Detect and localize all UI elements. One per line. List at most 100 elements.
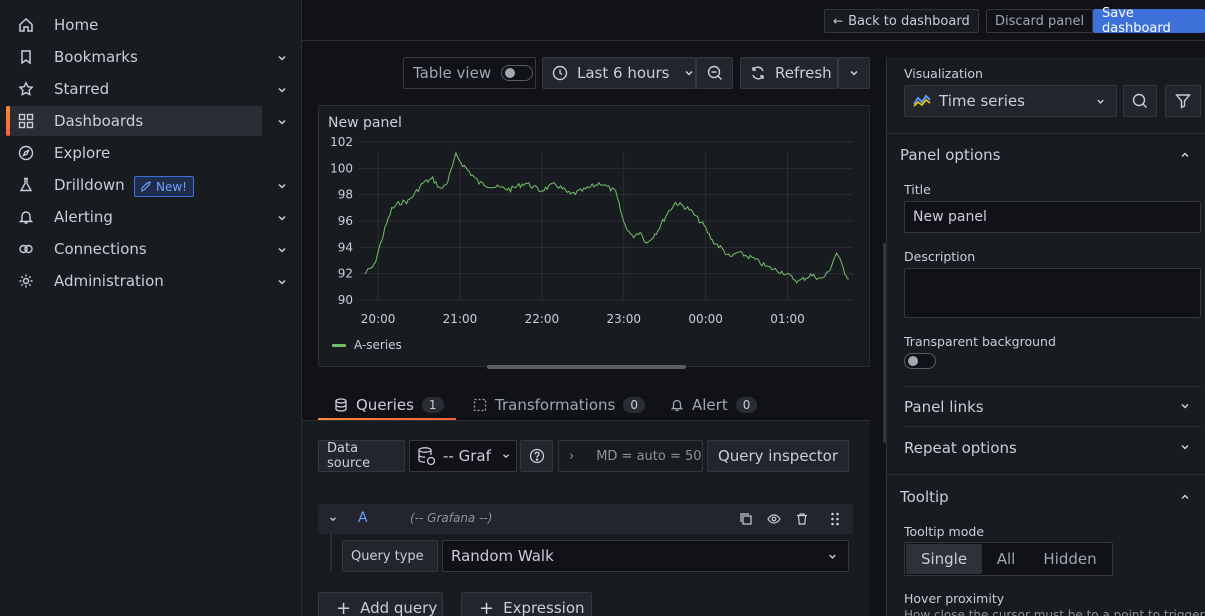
y-tick-label: 90: [338, 293, 353, 307]
compass-icon: [18, 145, 34, 161]
panel-options-header[interactable]: Panel options: [900, 146, 1000, 164]
nav-explore[interactable]: Explore: [8, 138, 262, 168]
options-pane: Visualization Time series Panel options …: [886, 57, 1205, 616]
data-source-help-button[interactable]: [520, 440, 553, 472]
add-expression-button[interactable]: + Expression: [461, 592, 592, 616]
dashboards-grid-icon: [18, 113, 34, 129]
time-series-chart[interactable]: 102 100 98 96 94 92 90 20:00 21:00 22:00 23:00 00:0…: [319, 106, 869, 366]
query-source-name: (-- Grafana --): [410, 511, 493, 525]
zoom-out-button[interactable]: [696, 57, 733, 89]
query-type-label-box: Query type: [342, 540, 438, 572]
database-icon: [335, 398, 347, 412]
nav-drilldown-label: Drilldown: [54, 176, 125, 194]
chevron-up-icon[interactable]: [1179, 149, 1191, 161]
chevron-down-icon[interactable]: [276, 52, 288, 64]
divider: [904, 386, 1201, 387]
sidebar: Home Bookmarks Starred Dashboards Explor…: [0, 0, 302, 616]
drag-handle-icon[interactable]: [830, 512, 840, 526]
tooltip-mode-hidden[interactable]: Hidden: [1030, 544, 1110, 574]
chevron-down-icon: [829, 554, 836, 559]
transparent-background-switch[interactable]: [904, 353, 936, 369]
data-source-label: Data source: [327, 441, 371, 471]
query-type-select[interactable]: Random Walk: [442, 540, 849, 572]
eye-icon[interactable]: [767, 512, 781, 526]
tab-queries[interactable]: Queries 1: [334, 390, 444, 420]
new-badge-label: New!: [156, 179, 187, 194]
nav-dashboards-label: Dashboards: [54, 112, 144, 130]
repeat-options-header[interactable]: Repeat options: [904, 439, 1017, 457]
filter-options-button[interactable]: [1165, 85, 1201, 117]
nav-administration[interactable]: Administration: [8, 266, 286, 296]
add-query-button[interactable]: + Add query: [318, 592, 443, 616]
query-options-toggle[interactable]: › MD = auto = 500: [558, 440, 703, 472]
chevron-down-icon[interactable]: [276, 180, 288, 192]
table-view-toggle[interactable]: Table view: [403, 57, 536, 89]
back-to-dashboard-button[interactable]: ← Back to dashboard: [824, 9, 979, 33]
query-ref-id[interactable]: A: [358, 510, 368, 526]
discard-panel-button[interactable]: Discard panel: [986, 9, 1094, 33]
legend-label: A-series: [354, 338, 402, 352]
copy-icon[interactable]: [739, 512, 753, 526]
drilldown-icon: [19, 177, 33, 192]
x-tick-label: 22:00: [525, 312, 560, 326]
visualization-picker[interactable]: Time series: [904, 85, 1117, 117]
chevron-down-icon[interactable]: [276, 244, 288, 256]
time-range-picker[interactable]: Last 6 hours: [542, 57, 696, 89]
y-tick-label: 102: [330, 135, 353, 149]
trash-icon[interactable]: [795, 512, 809, 526]
query-row-guide: [330, 534, 332, 572]
tooltip-mode-all[interactable]: All: [984, 544, 1028, 574]
title-input[interactable]: New panel: [904, 201, 1201, 233]
chevron-down-icon[interactable]: [276, 84, 288, 96]
queries-area: Data source -- Graf › MD = auto = 500 Qu…: [302, 420, 870, 616]
add-query-label: Add query: [360, 599, 438, 616]
tab-queries-count: 1: [421, 397, 444, 413]
chevron-down-icon[interactable]: [276, 212, 288, 224]
chevron-down-icon: [502, 454, 509, 459]
question-circle-icon: [529, 448, 544, 464]
query-inspector-button[interactable]: Query inspector: [707, 440, 849, 472]
table-view-switch[interactable]: [501, 65, 534, 81]
top-bar: ← Back to dashboard Discard panel Save d…: [302, 0, 1205, 41]
nav-starred[interactable]: Starred: [8, 74, 286, 104]
nav-home[interactable]: Home: [8, 10, 262, 40]
collapse-chevron-icon[interactable]: [328, 514, 338, 524]
clock-icon: [552, 65, 568, 81]
tab-queries-label: Queries: [356, 396, 414, 414]
query-row-header[interactable]: A (-- Grafana --): [318, 504, 853, 534]
resize-handle[interactable]: [487, 365, 686, 369]
description-textarea[interactable]: [904, 268, 1201, 318]
time-series-icon: [913, 94, 931, 107]
panel-links-header[interactable]: Panel links: [904, 398, 984, 416]
nav-connections[interactable]: Connections: [8, 234, 286, 264]
nav-dashboards[interactable]: Dashboards: [6, 106, 286, 136]
chevron-down-icon[interactable]: [1179, 400, 1191, 412]
refresh-button[interactable]: Refresh: [740, 57, 838, 89]
search-options-button[interactable]: [1123, 85, 1157, 117]
nav-connections-label: Connections: [54, 240, 147, 258]
star-icon: [18, 81, 34, 96]
nav-bookmarks[interactable]: Bookmarks: [8, 42, 286, 72]
chevron-down-icon[interactable]: [276, 116, 288, 128]
tab-transformations[interactable]: Transformations 0: [473, 390, 645, 420]
bell-icon: [670, 399, 684, 412]
tooltip-mode-single[interactable]: Single: [906, 544, 982, 574]
chevron-down-icon[interactable]: [276, 276, 288, 288]
gear-icon: [19, 274, 33, 288]
chevron-down-icon[interactable]: [1179, 441, 1191, 453]
tab-alert[interactable]: Alert 0: [670, 390, 758, 420]
chevron-up-icon[interactable]: [1179, 491, 1191, 503]
grafana-datasource-icon: [418, 447, 436, 466]
tooltip-header[interactable]: Tooltip: [900, 488, 949, 506]
nav-drilldown[interactable]: Drilldown New!: [8, 170, 286, 200]
filter-icon: [1175, 94, 1191, 109]
divider: [904, 426, 1201, 427]
chevron-down-icon: [850, 70, 858, 76]
arrow-left-icon: ←: [833, 14, 844, 28]
search-icon: [1132, 93, 1147, 108]
new-badge: New!: [134, 176, 194, 197]
nav-alerting[interactable]: Alerting: [8, 202, 286, 232]
data-source-picker[interactable]: -- Graf: [409, 440, 517, 472]
refresh-interval-dropdown[interactable]: [838, 57, 870, 89]
save-dashboard-button[interactable]: Save dashboard: [1093, 6, 1205, 36]
